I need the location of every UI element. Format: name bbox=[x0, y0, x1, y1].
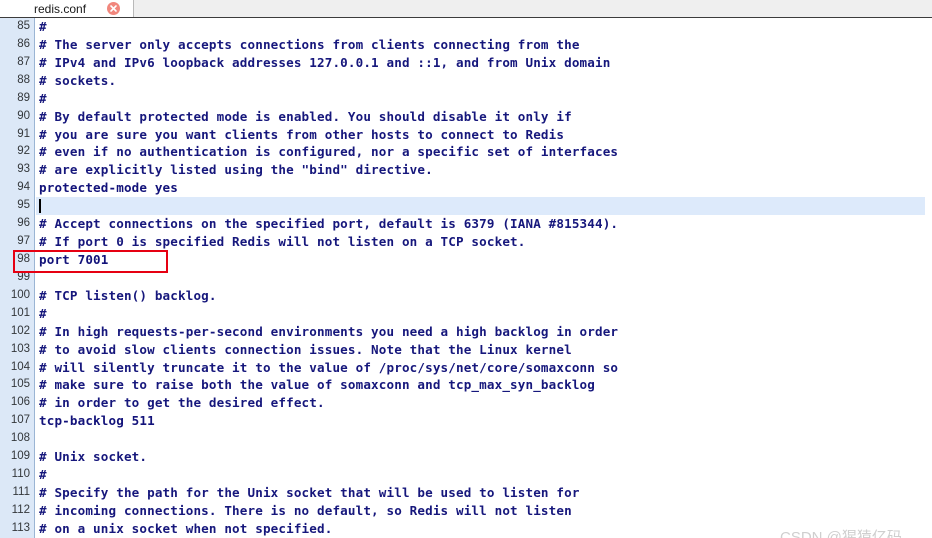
code-line[interactable]: 99 bbox=[0, 269, 932, 287]
tab-bar-empty-area bbox=[135, 0, 932, 17]
line-text: # bbox=[39, 19, 47, 34]
code-line[interactable]: 108 bbox=[0, 430, 932, 448]
code-line[interactable]: 98 port 7001 bbox=[0, 251, 932, 269]
code-line[interactable]: 105 # make sure to raise both the value o… bbox=[0, 376, 932, 394]
line-number: 89 bbox=[17, 91, 30, 104]
line-number: 109 bbox=[10, 450, 30, 463]
line-text: # to avoid slow clients connection issue… bbox=[39, 341, 572, 357]
line-text: # The server only accepts connections fr… bbox=[39, 36, 580, 52]
code-line[interactable]: 85 # bbox=[0, 18, 932, 36]
code-line[interactable]: 88 # sockets. bbox=[0, 72, 932, 90]
code-line[interactable]: 87 # IPv4 and IPv6 loopback addresses 127… bbox=[0, 54, 932, 72]
code-line[interactable]: 93 # are explicitly listed using the "bin… bbox=[0, 161, 932, 179]
line-number: 94 bbox=[17, 181, 30, 194]
line-number: 93 bbox=[17, 163, 30, 176]
watermark: CSDN @猩猿亿码 bbox=[780, 529, 902, 538]
code-line[interactable]: 91 # you are sure you want clients from o… bbox=[0, 126, 932, 144]
line-number: 97 bbox=[17, 235, 30, 248]
line-text: # even if no authentication is configure… bbox=[39, 144, 619, 160]
code-line[interactable]: 90 # By default protected mode is enabled… bbox=[0, 108, 932, 126]
line-text: # are explicitly listed using the "bind"… bbox=[39, 162, 433, 178]
code-line[interactable]: 89 # bbox=[0, 90, 932, 108]
code-line[interactable]: 94 protected-mode yes bbox=[0, 179, 932, 197]
line-text: # you are sure you want clients from oth… bbox=[39, 126, 565, 142]
line-number: 101 bbox=[10, 306, 30, 319]
line-text: # on a unix socket when not specified. bbox=[39, 520, 333, 536]
line-number: 110 bbox=[11, 468, 30, 481]
line-text: port 7001 bbox=[39, 251, 109, 267]
tab-bar: redis.conf bbox=[0, 0, 932, 18]
line-number: 92 bbox=[17, 145, 30, 158]
code-line[interactable]: 92 # even if no authentication is configu… bbox=[0, 143, 932, 161]
code-line[interactable]: 109 # Unix socket. bbox=[0, 448, 932, 466]
line-text: # bbox=[39, 467, 47, 483]
code-line[interactable]: 102 # In high requests-per-second environ… bbox=[0, 323, 932, 341]
code-line[interactable]: 86 # The server only accepts connections … bbox=[0, 36, 932, 54]
line-number: 85 bbox=[17, 20, 30, 32]
line-number: 95 bbox=[17, 199, 30, 212]
close-icon[interactable] bbox=[107, 2, 120, 15]
line-text: # Specify the path for the Unix socket t… bbox=[39, 484, 580, 500]
code-line[interactable]: 112 # incoming connections. There is no d… bbox=[0, 502, 932, 520]
line-number: 103 bbox=[10, 342, 30, 355]
line-text: # In high requests-per-second environmen… bbox=[39, 323, 619, 339]
line-number: 104 bbox=[10, 360, 30, 373]
line-number: 107 bbox=[10, 414, 30, 427]
line-number: 108 bbox=[10, 432, 30, 445]
line-text: # bbox=[39, 305, 47, 321]
line-text: # incoming connections. There is no defa… bbox=[39, 502, 572, 518]
code-line[interactable]: 107 tcp-backlog 511 bbox=[0, 412, 932, 430]
line-number: 87 bbox=[17, 55, 30, 68]
code-line[interactable]: 100 # TCP listen() backlog. bbox=[0, 287, 932, 305]
line-number: 106 bbox=[10, 396, 30, 409]
line-number: 113 bbox=[11, 521, 30, 534]
line-number: 111 bbox=[12, 485, 30, 498]
code-line[interactable]: 104 # will silently truncate it to the va… bbox=[0, 359, 932, 377]
line-text: protected-mode yes bbox=[39, 180, 178, 196]
code-line[interactable]: 110 # bbox=[0, 466, 932, 484]
line-number: 105 bbox=[10, 378, 30, 391]
code-line[interactable]: 97 # If port 0 is specified Redis will no… bbox=[0, 233, 932, 251]
code-line[interactable]: 106 # in order to get the desired effect. bbox=[0, 394, 932, 412]
tab-label: redis.conf bbox=[34, 2, 87, 16]
line-number: 99 bbox=[17, 270, 30, 283]
line-number: 102 bbox=[10, 324, 30, 337]
line-text: # IPv4 and IPv6 loopback addresses 127.0… bbox=[39, 54, 611, 70]
line-number: 112 bbox=[11, 503, 30, 516]
line-text: # By default protected mode is enabled. … bbox=[39, 108, 572, 124]
current-line-highlight bbox=[36, 197, 925, 216]
tab-redis-conf[interactable]: redis.conf bbox=[0, 0, 134, 17]
code-line[interactable]: 111 # Specify the path for the Unix socke… bbox=[0, 484, 932, 502]
line-text: # make sure to raise both the value of s… bbox=[39, 377, 595, 393]
editor-right-strip bbox=[925, 18, 932, 538]
code-line[interactable]: 101 # bbox=[0, 305, 932, 323]
line-number: 100 bbox=[10, 288, 30, 301]
line-number: 90 bbox=[17, 109, 30, 122]
line-text: tcp-backlog 511 bbox=[39, 413, 155, 429]
line-number: 98 bbox=[17, 252, 30, 265]
line-text: # Accept connections on the specified po… bbox=[39, 216, 619, 232]
line-text: # TCP listen() backlog. bbox=[39, 287, 217, 303]
line-text: # in order to get the desired effect. bbox=[39, 395, 325, 411]
line-number: 91 bbox=[17, 127, 30, 140]
code-editor[interactable]: 85 #86 # The server only accepts connectio… bbox=[0, 18, 932, 538]
text-cursor bbox=[39, 199, 41, 214]
code-lines[interactable]: 85 #86 # The server only accepts connectio… bbox=[0, 18, 932, 538]
code-line[interactable]: 103 # to avoid slow clients connection is… bbox=[0, 341, 932, 359]
line-text: # If port 0 is specified Redis will not … bbox=[39, 234, 526, 250]
line-number: 86 bbox=[17, 37, 30, 50]
line-text: # sockets. bbox=[39, 72, 117, 88]
code-line[interactable]: 96 # Accept connections on the specified … bbox=[0, 215, 932, 233]
line-text: # bbox=[39, 90, 47, 106]
code-line[interactable]: 95 bbox=[0, 197, 932, 216]
line-number: 88 bbox=[17, 73, 30, 86]
line-text: # will silently truncate it to the value… bbox=[39, 359, 619, 375]
line-text: # Unix socket. bbox=[39, 449, 148, 465]
line-number: 96 bbox=[17, 217, 30, 230]
